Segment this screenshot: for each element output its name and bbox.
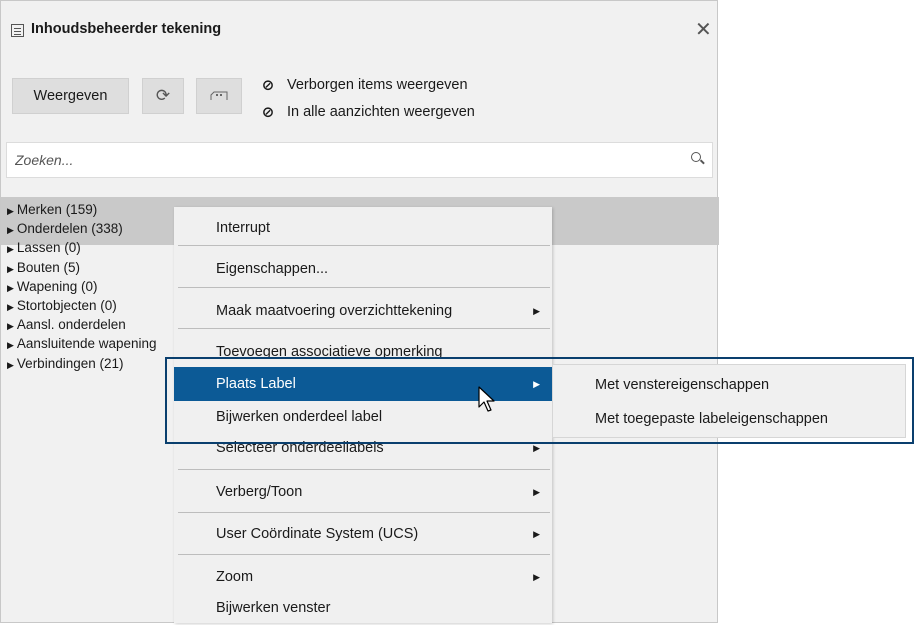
tree-item-stortobjecten[interactable]: ▶ Stortobjecten (0) xyxy=(7,297,157,316)
expand-arrow-icon[interactable]: ▶ xyxy=(7,360,14,370)
all-views-option[interactable]: ⊘ In alle aanzichten weergeven xyxy=(259,103,475,121)
close-icon[interactable]: ✕ xyxy=(695,17,712,42)
expand-arrow-icon[interactable]: ▶ xyxy=(7,340,14,350)
tree-item-label: Stortobjecten (0) xyxy=(16,298,117,314)
expand-arrow-icon[interactable]: ▶ xyxy=(7,225,14,235)
submenu-arrow-icon: ▶ xyxy=(533,486,540,497)
submenu-arrow-icon: ▶ xyxy=(533,378,540,389)
menu-item-ucs[interactable]: User Coördinate System (UCS) ▶ xyxy=(174,517,552,551)
menu-separator xyxy=(178,469,550,470)
expand-arrow-icon[interactable]: ▶ xyxy=(7,206,14,216)
search-input[interactable] xyxy=(13,151,657,169)
expand-arrow-icon[interactable]: ▶ xyxy=(7,302,14,312)
menu-separator xyxy=(178,512,550,513)
menu-separator xyxy=(178,328,550,329)
panel-title: Inhoudsbeheerder tekening xyxy=(31,21,222,37)
hidden-items-label: Verborgen items weergeven xyxy=(287,77,468,93)
show-button[interactable]: Weergeven xyxy=(12,78,129,114)
mouse-cursor-icon xyxy=(478,386,495,412)
hidden-items-option[interactable]: ⊘ Verborgen items weergeven xyxy=(259,76,468,94)
submenu-arrow-icon: ▶ xyxy=(533,571,540,582)
expand-arrow-icon[interactable]: ▶ xyxy=(7,283,14,293)
tree-item-verbindingen[interactable]: ▶ Verbindingen (21) xyxy=(7,355,157,374)
tree-item-label: Wapening (0) xyxy=(16,278,98,294)
label-icon xyxy=(210,91,228,100)
context-menu: Interrupt Eigenschappen... Maak maatvoer… xyxy=(174,207,552,623)
tree-item-label: Lassen (0) xyxy=(16,240,81,256)
menu-item-label: Selecteer onderdeellabels xyxy=(216,440,384,456)
menu-item-label: Bijwerken venster xyxy=(216,600,331,616)
expand-arrow-icon[interactable]: ▶ xyxy=(7,244,14,254)
tree-item-label: Merken (159) xyxy=(16,202,98,217)
eye-slash-icon: ⊘ xyxy=(261,104,275,121)
menu-item-label: Plaats Label xyxy=(216,376,296,392)
tree-item-label: Aansl. onderdelen xyxy=(16,317,126,333)
eye-slash-icon: ⊘ xyxy=(261,77,275,94)
tree-item-merken[interactable]: ▶ Merken (159) xyxy=(7,201,157,220)
menu-separator xyxy=(178,245,550,246)
tree-item-label: Verbindingen (21) xyxy=(16,355,124,371)
panel-icon xyxy=(11,24,24,37)
menu-item-label: Maak maatvoering overzichttekening xyxy=(216,303,453,319)
tree-item-onderdelen[interactable]: ▶ Onderdelen (338) xyxy=(7,220,157,239)
menu-item-zoom[interactable]: Zoom ▶ xyxy=(174,560,552,594)
menu-item-update-view[interactable]: Bijwerken venster xyxy=(174,591,552,625)
menu-item-add-associative-note[interactable]: Toevoegen associatieve opmerking xyxy=(174,335,552,369)
tree-item-bouten[interactable]: ▶ Bouten (5) xyxy=(7,259,157,278)
label-settings-icon[interactable] xyxy=(196,78,242,114)
submenu-arrow-icon: ▶ xyxy=(533,528,540,539)
menu-item-label: Toevoegen associatieve opmerking xyxy=(216,344,443,360)
menu-item-label: User Coördinate System (UCS) xyxy=(216,526,419,542)
search-icon[interactable] xyxy=(691,152,701,162)
submenu-item-window-properties[interactable]: Met venstereigenschappen xyxy=(595,377,769,393)
menu-item-label: Bijwerken onderdeel label xyxy=(216,409,383,425)
menu-item-properties[interactable]: Eigenschappen... xyxy=(174,252,552,286)
tree-item-label: Aansluitende wapening xyxy=(16,336,157,352)
submenu-arrow-icon: ▶ xyxy=(533,305,540,316)
refresh-icon[interactable]: ⟳ xyxy=(142,78,184,114)
menu-item-label: Eigenschappen... xyxy=(216,261,329,277)
menu-separator xyxy=(178,554,550,555)
tree-item-label: Onderdelen (338) xyxy=(16,221,123,237)
submenu-arrow-icon: ▶ xyxy=(533,442,540,453)
expand-arrow-icon[interactable]: ▶ xyxy=(7,264,14,274)
menu-item-select-part-labels[interactable]: Selecteer onderdeellabels ▶ xyxy=(174,434,552,462)
tree-item-aansluitende-wapening[interactable]: ▶ Aansluitende wapening xyxy=(7,335,157,354)
menu-item-dimension-overview[interactable]: Maak maatvoering overzichttekening ▶ xyxy=(174,294,552,328)
tree-item-lassen[interactable]: ▶ Lassen (0) xyxy=(7,239,157,258)
place-label-submenu: Met venstereigenschappen Met toegepaste … xyxy=(552,364,906,438)
tree-item-label: Bouten (5) xyxy=(16,259,80,275)
expand-arrow-icon[interactable]: ▶ xyxy=(7,321,14,331)
menu-item-label: Verberg/Toon xyxy=(216,484,303,500)
submenu-item-applied-label-properties[interactable]: Met toegepaste labeleigenschappen xyxy=(595,411,828,427)
all-views-label: In alle aanzichten weergeven xyxy=(287,104,475,120)
menu-separator xyxy=(178,287,550,288)
menu-item-interrupt[interactable]: Interrupt xyxy=(174,211,552,245)
search-box xyxy=(6,142,713,178)
tree-item-aansl-onderdelen[interactable]: ▶ Aansl. onderdelen xyxy=(7,316,157,335)
tree-item-wapening[interactable]: ▶ Wapening (0) xyxy=(7,278,157,297)
menu-item-label: Interrupt xyxy=(216,220,270,236)
menu-item-label: Zoom xyxy=(216,569,254,585)
menu-item-hide-show[interactable]: Verberg/Toon ▶ xyxy=(174,475,552,509)
content-tree: ▶ Merken (159) ▶ Onderdelen (338) ▶ Lassen … xyxy=(7,201,157,374)
